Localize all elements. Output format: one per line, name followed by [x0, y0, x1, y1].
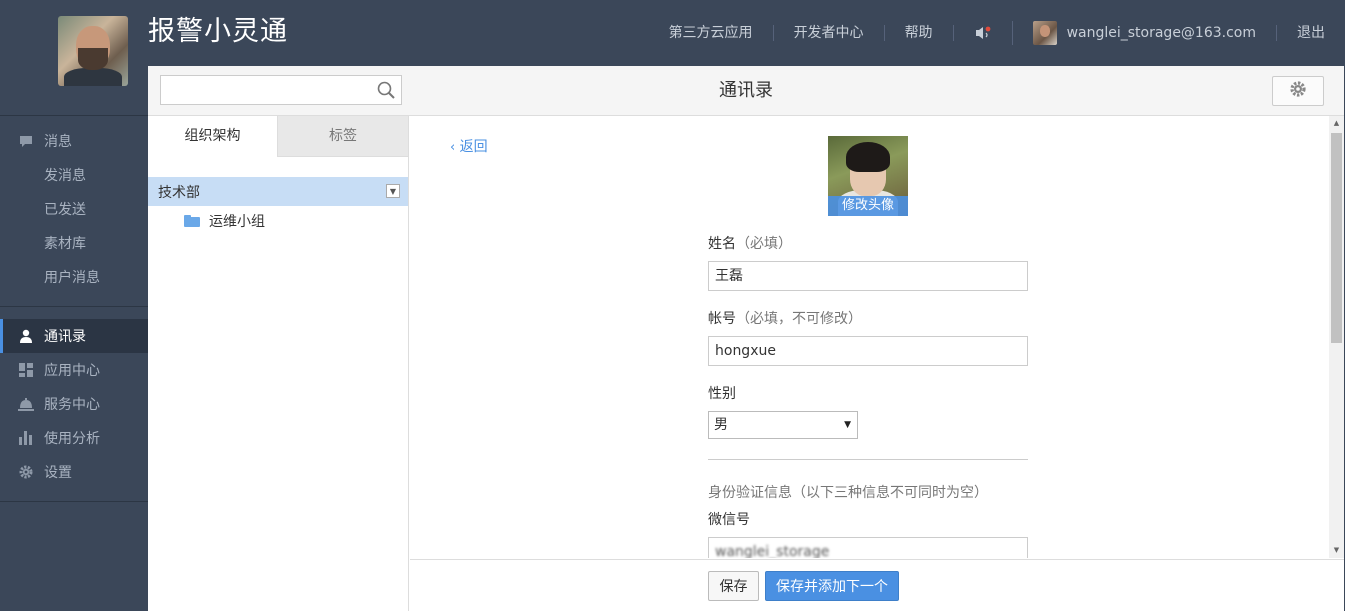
bar-chart-icon [18, 430, 34, 446]
sidebar-item-label: 通讯录 [44, 329, 86, 345]
sidebar-item-label: 设置 [44, 465, 72, 481]
account-label: 帐号（必填，不可修改） [708, 311, 862, 327]
chevron-left-icon: ‹ [450, 140, 456, 155]
sidebar-item-label: 应用中心 [44, 363, 100, 379]
search-icon[interactable] [377, 81, 395, 103]
tab-tags[interactable]: 标签 [278, 116, 408, 156]
sidebar-item-sent[interactable]: 已发送 [0, 192, 148, 226]
member-avatar[interactable]: 修改头像 [828, 136, 908, 216]
change-avatar-caption[interactable]: 修改头像 [828, 196, 908, 216]
messages-group: 消息 发消息 已发送 素材库 用户消息 [0, 116, 148, 306]
account-field[interactable]: hongxue [708, 336, 1028, 366]
sidebar-item-settings[interactable]: 设置 [0, 455, 148, 489]
scroll-up-icon[interactable]: ▲ [1329, 116, 1344, 131]
member-form-area: ‹ 返回 修改头像 姓名（必填） 王磊 帐号（必填，不可修改） hongxue … [410, 116, 1329, 558]
logout-link[interactable]: 退出 [1276, 25, 1325, 41]
sidebar-item-service-center[interactable]: 服务中心 [0, 387, 148, 421]
back-link[interactable]: ‹ 返回 [450, 136, 488, 156]
wechat-value: wanglei_storage [715, 544, 830, 558]
sidebar-item-messages[interactable]: 消息 [0, 124, 148, 158]
search-input[interactable] [161, 76, 371, 104]
dropdown-arrow-icon: ▼ [844, 420, 851, 430]
save-and-add-next-button[interactable]: 保存并添加下一个 [765, 571, 899, 601]
folder-icon [184, 215, 200, 227]
member-form: 姓名（必填） 王磊 帐号（必填，不可修改） hongxue 性别 男 ▼ 身份验… [708, 234, 1028, 558]
name-label: 姓名（必填） [708, 236, 792, 252]
user-email: wanglei_storage@163.com [1066, 25, 1256, 41]
org-tree-column: 组织架构 标签 技术部 ▼ 运维小组 [148, 116, 409, 611]
back-label: 返回 [459, 139, 488, 155]
sidebar-item-label: 使用分析 [44, 431, 100, 447]
scroll-down-icon[interactable]: ▼ [1329, 543, 1344, 558]
scroll-thumb[interactable] [1331, 133, 1342, 343]
sidebar-item-user-messages[interactable]: 用户消息 [0, 260, 148, 294]
nav-third-party-apps[interactable]: 第三方云应用 [649, 25, 773, 41]
apps-icon [18, 362, 34, 378]
name-field[interactable]: 王磊 [708, 261, 1028, 291]
sidebar-item-materials[interactable]: 素材库 [0, 226, 148, 260]
contacts-icon [18, 328, 34, 344]
sidebar-item-label: 服务中心 [44, 397, 100, 413]
sidebar-item-contacts[interactable]: 通讯录 [0, 319, 148, 353]
top-navigation: 第三方云应用 开发者中心 帮助 wanglei_storage@163.com … [649, 20, 1325, 46]
service-bell-icon [18, 396, 34, 412]
nav-developer-center[interactable]: 开发者中心 [772, 25, 884, 41]
sidebar-item-send-message[interactable]: 发消息 [0, 158, 148, 192]
profile-avatar[interactable] [58, 16, 128, 86]
form-footer: 保存 保存并添加下一个 [410, 559, 1344, 611]
search-box [160, 75, 402, 105]
gender-value: 男 [714, 417, 728, 433]
tree-item-label: 技术部 [158, 184, 200, 201]
wechat-label: 微信号 [708, 512, 750, 528]
save-button[interactable]: 保存 [708, 571, 759, 601]
settings-button[interactable] [1272, 76, 1324, 106]
panel-header: 通讯录 [148, 66, 1344, 116]
sidebar-item-label: 消息 [44, 134, 72, 150]
contacts-panel: 通讯录 组织架构 标签 技术部 ▼ 运维小组 ‹ 返回 修改头像 姓名（必填） … [148, 66, 1344, 611]
identity-section-note: 身份验证信息（以下三种信息不可同时为空） [708, 485, 988, 501]
tree-item-department[interactable]: 技术部 ▼ [148, 177, 408, 206]
message-icon [18, 133, 34, 149]
gender-select[interactable]: 男 ▼ [708, 411, 858, 439]
sidebar: 消息 发消息 已发送 素材库 用户消息 通讯录 应用中心 服务中心 使用分析 设… [0, 115, 148, 502]
tab-org-structure[interactable]: 组织架构 [148, 116, 278, 157]
account-hint: （必填，不可修改） [736, 311, 862, 327]
sidebar-item-app-center[interactable]: 应用中心 [0, 353, 148, 387]
nav-help[interactable]: 帮助 [883, 25, 953, 41]
tree-item-label: 运维小组 [209, 214, 265, 230]
main-nav-group: 通讯录 应用中心 服务中心 使用分析 设置 [0, 307, 148, 501]
tree-tabs: 组织架构 标签 [148, 116, 408, 157]
name-hint: （必填） [736, 236, 792, 252]
gender-label: 性别 [708, 386, 736, 402]
wechat-field[interactable]: wanglei_storage [708, 537, 1028, 558]
user-avatar [1032, 21, 1057, 45]
tree-item-subgroup[interactable]: 运维小组 [148, 206, 408, 236]
notification-speaker-icon[interactable] [952, 25, 1012, 41]
gear-icon [18, 464, 34, 480]
sidebar-item-usage-analytics[interactable]: 使用分析 [0, 421, 148, 455]
app-title: 报警小灵通 [148, 16, 288, 47]
form-divider [708, 459, 1028, 460]
gear-icon [1290, 81, 1306, 101]
chevron-down-icon[interactable]: ▼ [386, 184, 400, 198]
content-scrollbar[interactable]: ▲ ▼ [1329, 116, 1344, 558]
user-menu[interactable]: wanglei_storage@163.com [1011, 21, 1276, 45]
